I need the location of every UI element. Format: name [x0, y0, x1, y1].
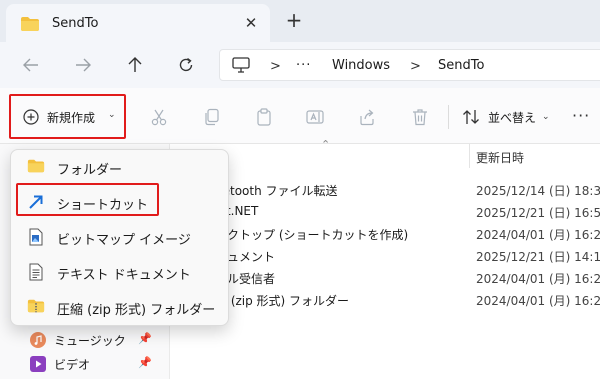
copy-icon — [205, 108, 219, 126]
file-name: スクトップ (ショートカットを作成) — [215, 228, 409, 242]
menu-item-label: ビットマップ イメージ — [57, 233, 191, 248]
pin-icon: 📌 — [138, 356, 152, 369]
new-button[interactable]: 新規作成 ⌄ — [9, 94, 126, 139]
address-bar[interactable]: > ··· Windows > SendTo — [219, 49, 600, 81]
back-button[interactable] — [16, 51, 46, 79]
delete-button[interactable] — [409, 106, 431, 128]
column-divider[interactable] — [469, 144, 470, 168]
refresh-icon — [179, 57, 193, 72]
toolbar-divider — [448, 105, 449, 129]
file-name: uetooth ファイル転送 — [215, 184, 338, 198]
navigation-bar: > ··· Windows > SendTo — [0, 42, 600, 88]
music-icon — [30, 332, 46, 348]
file-date: 2024/04/01 (月) 16:24 — [476, 228, 600, 242]
table-row[interactable]: キュメント 2025/12/21 (日) 14:17 — [171, 244, 600, 266]
breadcrumb-separator: > — [410, 59, 421, 74]
forward-button[interactable] — [68, 51, 98, 79]
table-row[interactable]: ール受信者 2024/04/01 (月) 16:24 — [171, 266, 600, 288]
sidebar-item-videos[interactable]: ビデオ 📌 — [0, 352, 170, 376]
tab-sendto[interactable]: SendTo ✕ — [6, 4, 270, 42]
bitmap-icon — [27, 228, 45, 246]
breadcrumb-sendto[interactable]: SendTo — [438, 58, 484, 73]
file-date: 2025/12/21 (日) 16:58 — [476, 206, 600, 220]
file-date: 2024/04/01 (月) 16:24 — [476, 294, 600, 308]
pin-icon: 📌 — [138, 332, 152, 345]
menu-item-label: テキスト ドキュメント — [57, 268, 191, 283]
clipboard-icon — [257, 108, 271, 126]
chevron-down-icon: ⌄ — [542, 112, 550, 122]
sort-button[interactable]: 並べ替え ⌄ — [462, 106, 550, 128]
scissors-icon — [151, 109, 167, 126]
up-button[interactable] — [120, 51, 150, 79]
arrow-left-icon — [23, 58, 38, 72]
title-bar: SendTo ✕ + — [0, 0, 600, 42]
table-row[interactable]: int.NET 2025/12/21 (日) 16:58 — [171, 200, 600, 222]
text-document-icon — [27, 263, 45, 281]
file-list: ⌃ 更新日時 uetooth ファイル転送 2025/12/14 (日) 18:… — [171, 138, 600, 379]
file-date: 2025/12/14 (日) 18:35 — [476, 184, 600, 198]
table-row[interactable]: 縮 (zip 形式) フォルダー 2024/04/01 (月) 16:24 — [171, 288, 600, 310]
sort-ascending-icon: ⌃ — [321, 138, 331, 151]
shortcut-highlight-box — [16, 183, 159, 216]
paste-button[interactable] — [253, 106, 275, 128]
arrow-up-icon — [128, 57, 142, 72]
chevron-down-icon: ⌄ — [108, 110, 116, 120]
tab-title: SendTo — [52, 16, 99, 31]
menu-item-folder[interactable]: フォルダー — [11, 150, 228, 184]
file-date: 2025/12/21 (日) 14:17 — [476, 250, 600, 264]
plus-circle-icon — [23, 109, 39, 128]
new-item-menu: フォルダー ショートカット ビットマップ イメージ テキスト ドキュメント 圧縮… — [10, 149, 229, 326]
cut-button[interactable] — [148, 106, 170, 128]
file-date: 2024/04/01 (月) 16:24 — [476, 272, 600, 286]
sort-icon — [463, 110, 479, 124]
share-button[interactable] — [356, 106, 378, 128]
rename-button[interactable] — [304, 106, 326, 128]
monitor-icon — [232, 57, 250, 76]
menu-item-bitmap[interactable]: ビットマップ イメージ — [11, 220, 228, 254]
breadcrumb-overflow[interactable]: ··· — [296, 58, 311, 73]
video-icon — [30, 356, 46, 372]
close-tab-button[interactable]: ✕ — [240, 12, 262, 34]
copy-button[interactable] — [201, 106, 223, 128]
column-header-date[interactable]: 更新日時 — [476, 149, 524, 166]
menu-item-label: フォルダー — [57, 163, 123, 178]
arrow-right-icon — [76, 58, 91, 72]
menu-item-label: 圧縮 (zip 形式) フォルダー — [57, 303, 216, 318]
rename-icon — [306, 110, 324, 124]
sidebar-item-music[interactable]: ミュージック 📌 — [0, 328, 170, 352]
sidebar-item-label: ビデオ — [54, 358, 91, 372]
new-button-label: 新規作成 — [47, 111, 96, 125]
sort-label: 並べ替え — [488, 110, 537, 125]
new-tab-button[interactable]: + — [282, 9, 306, 33]
folder-icon — [20, 16, 40, 35]
refresh-button[interactable] — [171, 51, 201, 79]
breadcrumb-windows[interactable]: Windows — [332, 58, 390, 73]
zip-folder-icon — [27, 298, 45, 316]
trash-icon — [413, 109, 427, 126]
file-name: 縮 (zip 形式) フォルダー — [215, 294, 350, 308]
menu-item-zip-folder[interactable]: 圧縮 (zip 形式) フォルダー — [11, 290, 228, 324]
share-icon — [360, 109, 374, 126]
more-options-button[interactable]: ··· — [572, 106, 590, 125]
command-bar: 新規作成 ⌄ 並べ替え ⌄ ··· — [0, 88, 600, 144]
breadcrumb-separator: > — [270, 59, 281, 74]
folder-icon — [27, 158, 45, 176]
sidebar-item-label: ミュージック — [54, 334, 126, 348]
menu-item-text-document[interactable]: テキスト ドキュメント — [11, 255, 228, 289]
table-row[interactable]: スクトップ (ショートカットを作成) 2024/04/01 (月) 16:24 — [171, 222, 600, 244]
table-row[interactable]: uetooth ファイル転送 2025/12/14 (日) 18:35 — [171, 178, 600, 200]
